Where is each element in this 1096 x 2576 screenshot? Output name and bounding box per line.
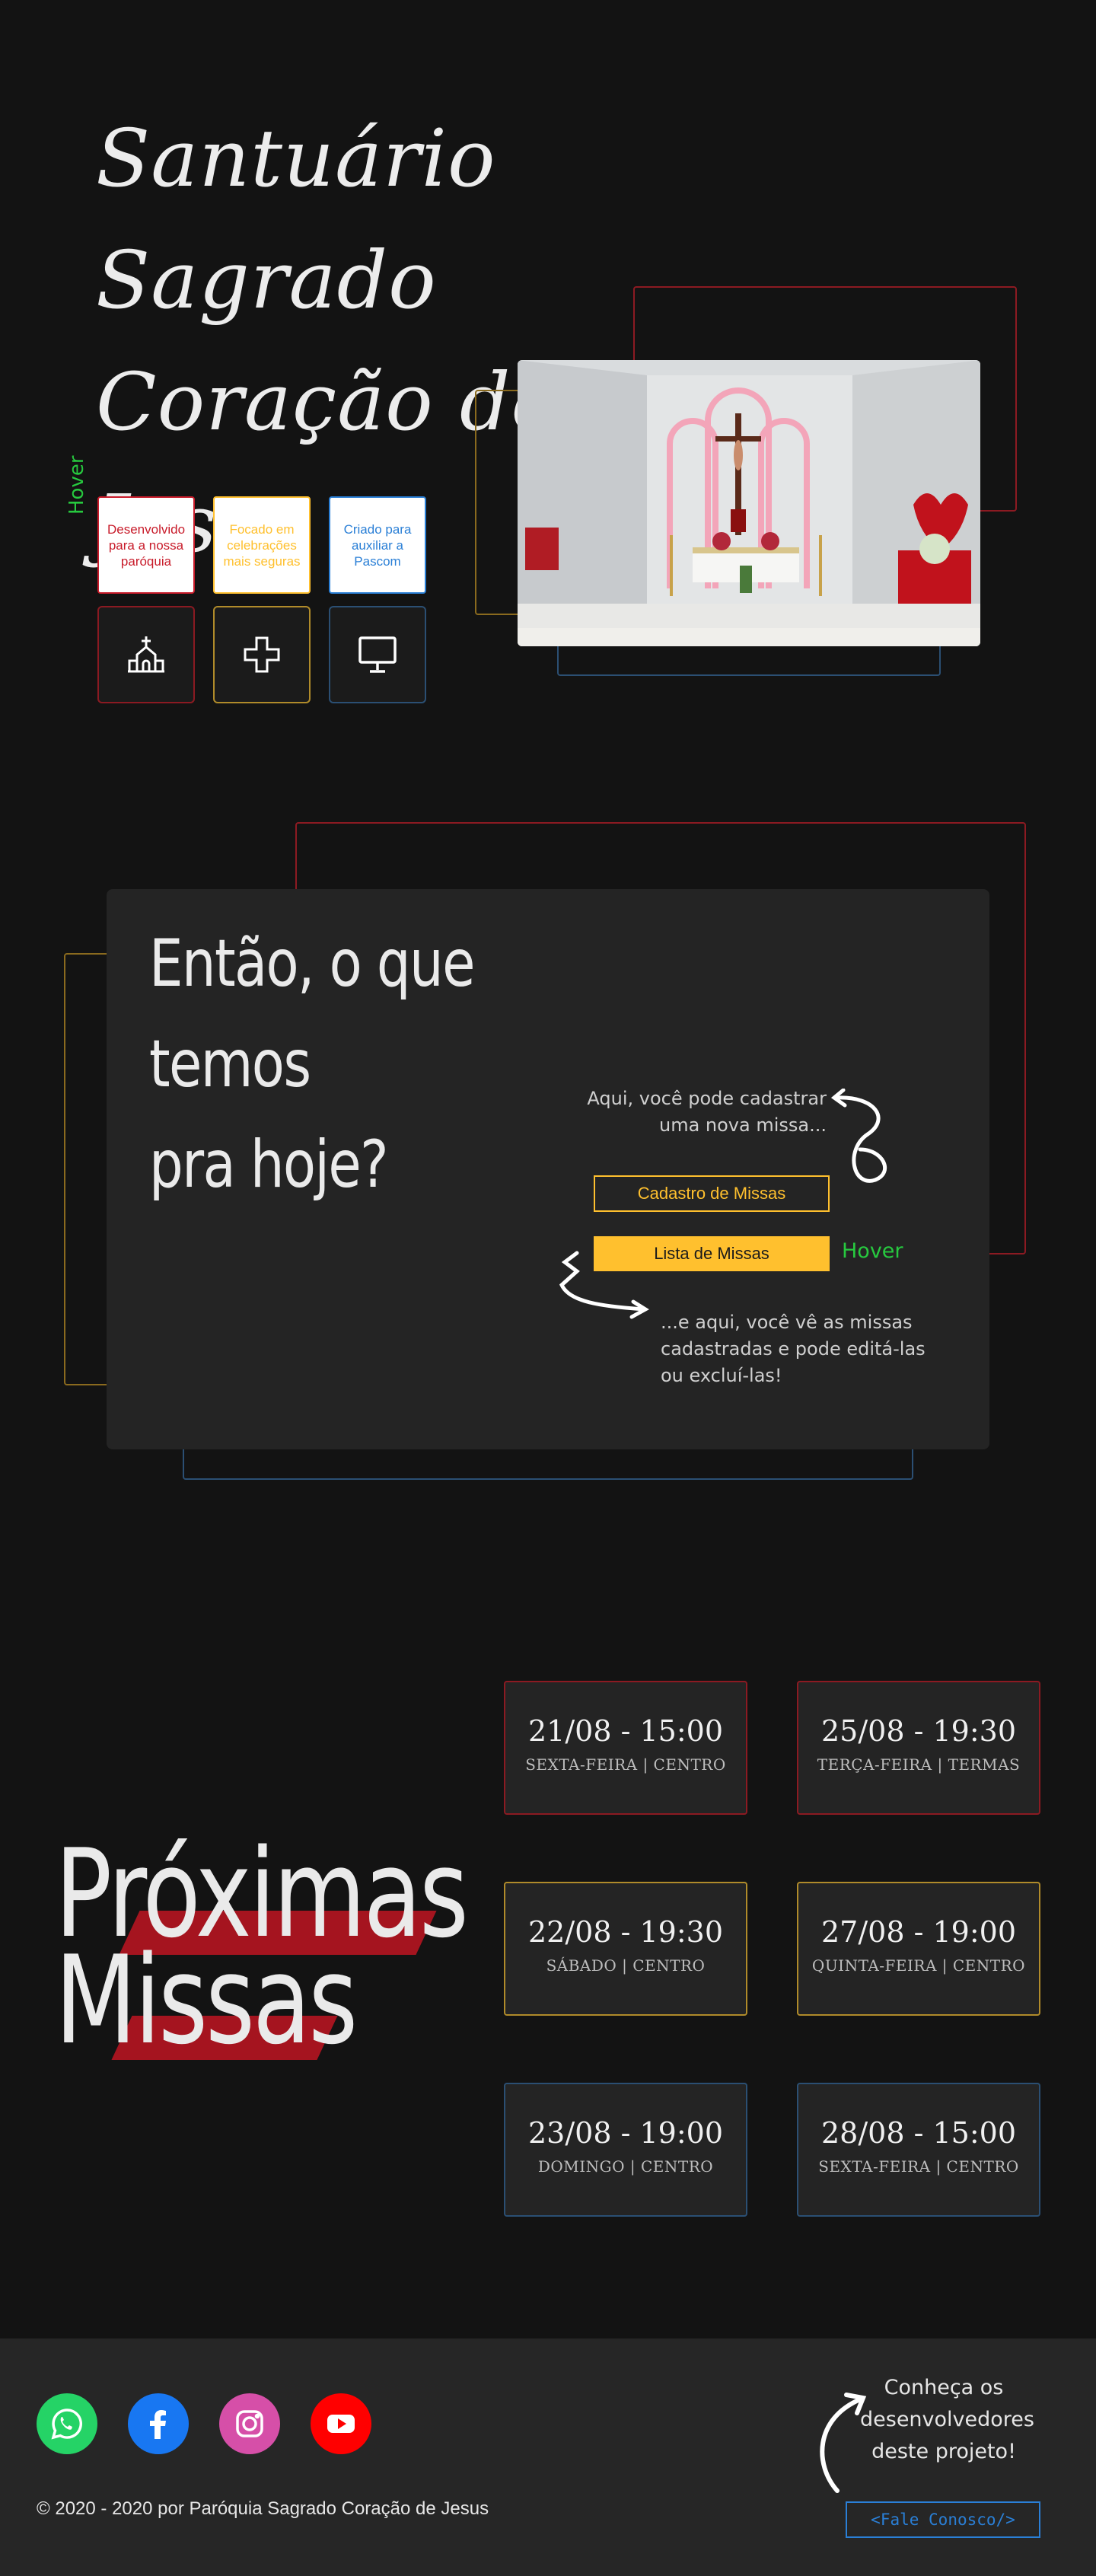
feature-card-text: Criado para auxiliar a Pascom [343,521,412,569]
hint-line: ou excluí-las! [661,1365,782,1386]
monitor-icon [358,636,397,673]
mass-card[interactable]: 25/08 - 19:30 TERÇA-FEIRA | TERMAS [797,1681,1040,1815]
register-hint: Aqui, você pode cadastrar uma nova missa… [560,1086,827,1139]
hint-line: uma nova missa... [658,1114,827,1136]
youtube-link[interactable] [311,2393,371,2454]
feature-card-safety[interactable]: Focado em celebrações mais seguras [213,496,311,594]
upcoming-title: Próximas Missas [55,1833,530,2061]
hover-label: Hover [842,1239,903,1263]
facebook-link[interactable] [128,2393,189,2454]
curly-arrow-icon [830,1089,887,1183]
title-line: pra hoje? [149,1127,389,1203]
hover-label: Hover [65,455,88,515]
mass-info: SEXTA-FEIRA | CENTRO [818,2157,1019,2176]
church-icon [128,636,164,673]
feature-card-pascom[interactable]: Criado para auxiliar a Pascom [329,496,426,594]
title-line: Então, o que temos [149,926,475,1102]
mass-datetime: 25/08 - 19:30 [820,1714,1017,1748]
youtube-icon [327,2415,355,2433]
facebook-icon [150,2410,166,2439]
mass-card[interactable]: 27/08 - 19:00 QUINTA-FEIRA | CENTRO [797,1882,1040,2016]
mass-datetime: 22/08 - 19:30 [527,1915,724,1949]
squiggle-arrow-icon [559,1251,649,1319]
hint-line: cadastradas e pode editá-las [661,1338,926,1360]
note-line: deste projeto! [871,2440,1016,2463]
mass-datetime: 21/08 - 15:00 [527,1714,724,1748]
whatsapp-link[interactable] [37,2393,97,2454]
feature-card-text: Focado em celebrações mais seguras [223,521,301,569]
copyright-text: © 2020 - 2020 por Paróquia Sagrado Coraç… [37,2498,489,2519]
feature-card-text: Desenvolvido para a nossa paróquia [107,521,186,569]
mass-card[interactable]: 23/08 - 19:00 DOMINGO | CENTRO [504,2083,747,2217]
cross-plus-icon-card[interactable] [213,606,311,703]
register-mass-button[interactable]: Cadastro de Missas [594,1175,830,1212]
mass-datetime: 27/08 - 19:00 [820,1915,1017,1949]
mass-datetime: 23/08 - 19:00 [527,2116,724,2150]
feature-card-parish[interactable]: Desenvolvido para a nossa paróquia [97,496,195,594]
mass-card[interactable]: 21/08 - 15:00 SEXTA-FEIRA | CENTRO [504,1681,747,1815]
contact-button[interactable]: <Fale Conosco/> [846,2501,1040,2538]
mass-datetime: 28/08 - 15:00 [820,2116,1017,2150]
mass-info: TERÇA-FEIRA | TERMAS [817,1755,1021,1774]
hint-line: Aqui, você pode cadastrar [587,1088,827,1109]
church-icon-card[interactable] [97,606,195,703]
developers-note: Conheça os desenvolvedores deste projeto… [860,2372,1034,2468]
monitor-icon-card[interactable] [329,606,426,703]
whatsapp-icon [51,2409,83,2440]
mass-info: DOMINGO | CENTRO [537,2157,714,2176]
mass-info: QUINTA-FEIRA | CENTRO [811,1956,1026,1975]
mass-card[interactable]: 28/08 - 15:00 SEXTA-FEIRA | CENTRO [797,2083,1040,2217]
note-line: desenvolvedores [860,2408,1034,2431]
mass-info: SEXTA-FEIRA | CENTRO [525,1755,726,1774]
list-hint: ...e aqui, você vê as missas cadastradas… [661,1309,965,1389]
hint-line: ...e aqui, você vê as missas [661,1312,913,1333]
cross-plus-icon [244,636,280,673]
note-line: Conheça os [884,2376,1004,2399]
mass-card[interactable]: 22/08 - 19:30 SÁBADO | CENTRO [504,1882,747,2016]
instagram-link[interactable] [219,2393,280,2454]
instagram-icon [236,2410,263,2437]
mass-info: SÁBADO | CENTRO [546,1956,706,1975]
section-title: Então, o que temos pra hoje? [149,913,623,1215]
sanctuary-photo [518,360,980,646]
